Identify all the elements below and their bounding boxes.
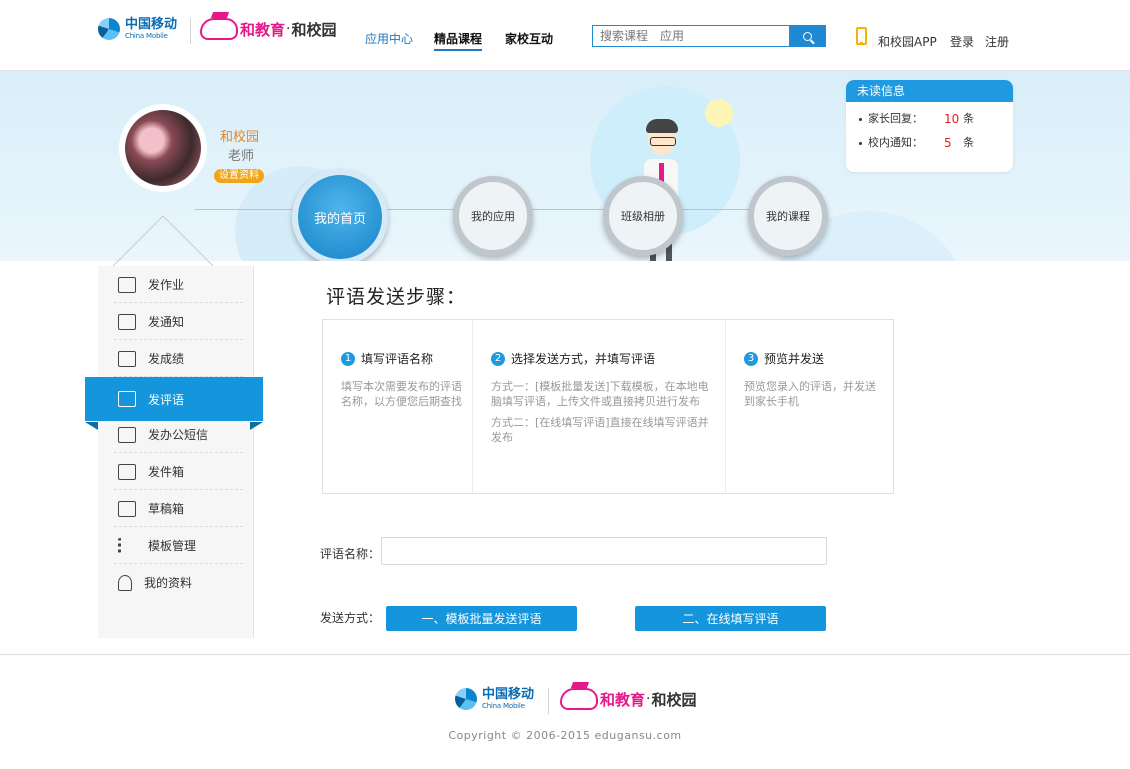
search-button[interactable]: [789, 26, 825, 46]
sidebar-item-homework[interactable]: 发作业: [98, 266, 253, 303]
unread-count: 10: [944, 112, 960, 126]
copyright-text: Copyright © 2006-2015 edugansu.com: [448, 729, 682, 742]
bubble-my-courses[interactable]: 我的课程: [748, 176, 828, 256]
megaphone-icon: [118, 313, 136, 330]
bubble-my-home[interactable]: 我的首页: [292, 169, 388, 261]
step-title: 填写评语名称: [361, 352, 434, 366]
step-description: 方式二：[在线填写评语]直接在线填写评语并发布: [491, 416, 709, 444]
avatar[interactable]: [125, 110, 201, 186]
top-header: 中国移动 China Mobile 和教育 · 和校园 应用中心 精品课程 家校…: [0, 0, 1130, 71]
draft-icon: [118, 500, 136, 517]
step-title: 选择发送方式，并填写评语: [511, 352, 656, 366]
sidebar-item-profile[interactable]: 我的资料: [98, 564, 253, 601]
unread-messages-panel: 未读信息 家长回复： 10 条 校内通知： 5 条: [846, 80, 1013, 172]
china-mobile-icon: [98, 18, 120, 40]
unread-school-notices[interactable]: 校内通知： 5 条: [846, 131, 1013, 155]
steps-panel: 1 填写评语名称 填写本次需要发布的评语名称，以方便您后期查找 2 选择发送方式，并…: [322, 319, 894, 494]
comment-name-input[interactable]: [381, 537, 827, 565]
app-download-link[interactable]: 和校园APP: [878, 33, 937, 50]
mobile-phone-icon: [856, 27, 867, 45]
outbox-icon: [118, 463, 136, 480]
sidebar-item-drafts[interactable]: 草稿箱: [98, 490, 253, 527]
sun-decoration: [705, 99, 733, 127]
user-role: 老师: [228, 149, 255, 164]
nav-app-center[interactable]: 应用中心: [365, 30, 413, 47]
hexiaoyuan-brand: 和校园: [291, 20, 337, 39]
step-3: 3 预览并发送 预览您录入的评语，并发送到家长手机: [726, 320, 893, 493]
unread-title: 未读信息: [846, 80, 1013, 102]
sidebar-item-outbox[interactable]: 发件箱: [98, 453, 253, 490]
search-input[interactable]: [593, 26, 789, 46]
logo-divider: [190, 18, 191, 44]
active-tab-fold: [85, 422, 98, 430]
step-description: 方式一：[模板批量发送]下载模板，在本地电脑填写评语，上传文件或直接拷贝进行发布: [491, 380, 709, 408]
user-name: 和校园: [220, 130, 260, 145]
page-title: 评语发送步骤：: [326, 286, 467, 308]
sidebar-item-notice[interactable]: 发通知: [98, 303, 253, 340]
sidebar-item-templates[interactable]: 模板管理: [98, 527, 253, 564]
user-icon: [118, 574, 132, 591]
step-description: 预览您录入的评语，并发送到家长手机: [744, 380, 876, 408]
send-method-label: 发送方式：: [320, 611, 381, 625]
step-number: 2: [491, 351, 505, 366]
footer-logo-divider: [548, 688, 549, 714]
list-icon: [118, 537, 136, 554]
active-tab-fold: [250, 422, 263, 430]
step-2: 2 选择发送方式，并填写评语 方式一：[模板批量发送]下载模板，在本地电脑填写评语…: [473, 320, 726, 493]
unread-count: 5: [944, 136, 952, 150]
edit-document-icon: [118, 350, 136, 367]
comment-name-label: 评语名称：: [320, 547, 381, 561]
book-icon: [118, 276, 136, 293]
sidebar: 发作业 发通知 发成绩 发评语 发办公短信 发件箱 草稿箱 模板管理 我的资料: [85, 266, 263, 638]
hejiaoyu-brand: 和教育: [240, 20, 286, 39]
login-link[interactable]: 登录: [950, 33, 974, 50]
sidebar-item-comments[interactable]: 发评语: [85, 377, 263, 421]
china-mobile-logo-zh: 中国移动: [125, 17, 178, 32]
step-title: 预览并发送: [764, 352, 825, 366]
nav-home-school[interactable]: 家校互动: [505, 30, 553, 47]
nav-featured-courses[interactable]: 精品课程: [434, 30, 483, 51]
footer-hejiaoyu-logo: 和教育 · 和校园: [560, 682, 696, 710]
sidebar-item-grades[interactable]: 发成绩: [98, 340, 253, 377]
bubble-class-album[interactable]: 班级相册: [603, 176, 683, 256]
footer-china-mobile-logo: 中国移动 China Mobile: [455, 688, 534, 710]
china-mobile-logo[interactable]: 中国移动 China Mobile: [98, 18, 177, 40]
footer-divider: [0, 654, 1130, 655]
cloud-cap-icon: [200, 12, 238, 40]
envelope-icon: [118, 426, 136, 443]
template-batch-send-button[interactable]: 一、模板批量发送评语: [386, 606, 577, 631]
step-number: 3: [744, 351, 758, 366]
unread-parent-replies[interactable]: 家长回复： 10 条: [846, 107, 1013, 131]
bubble-my-apps[interactable]: 我的应用: [453, 176, 533, 256]
china-mobile-icon: [455, 688, 477, 710]
register-link[interactable]: 注册: [985, 33, 1009, 50]
online-write-button[interactable]: 二、在线填写评语: [635, 606, 826, 631]
cloud-cap-icon: [560, 682, 598, 710]
step-description: 填写本次需要发布的评语名称，以方便您后期查找: [341, 380, 462, 408]
sidebar-tent-lines: [112, 215, 214, 267]
search-icon: [802, 31, 812, 41]
step-number: 1: [341, 351, 355, 366]
hejiaoyu-logo[interactable]: 和教育 · 和校园: [200, 12, 337, 40]
step-1: 1 填写评语名称 填写本次需要发布的评语名称，以方便您后期查找: [323, 320, 473, 493]
search-bar: [592, 25, 826, 47]
china-mobile-logo-en: China Mobile: [125, 32, 168, 40]
profile-settings-button[interactable]: 设置资料: [214, 169, 264, 183]
document-icon: [118, 391, 136, 407]
sidebar-item-office-sms[interactable]: 发办公短信: [98, 416, 253, 453]
